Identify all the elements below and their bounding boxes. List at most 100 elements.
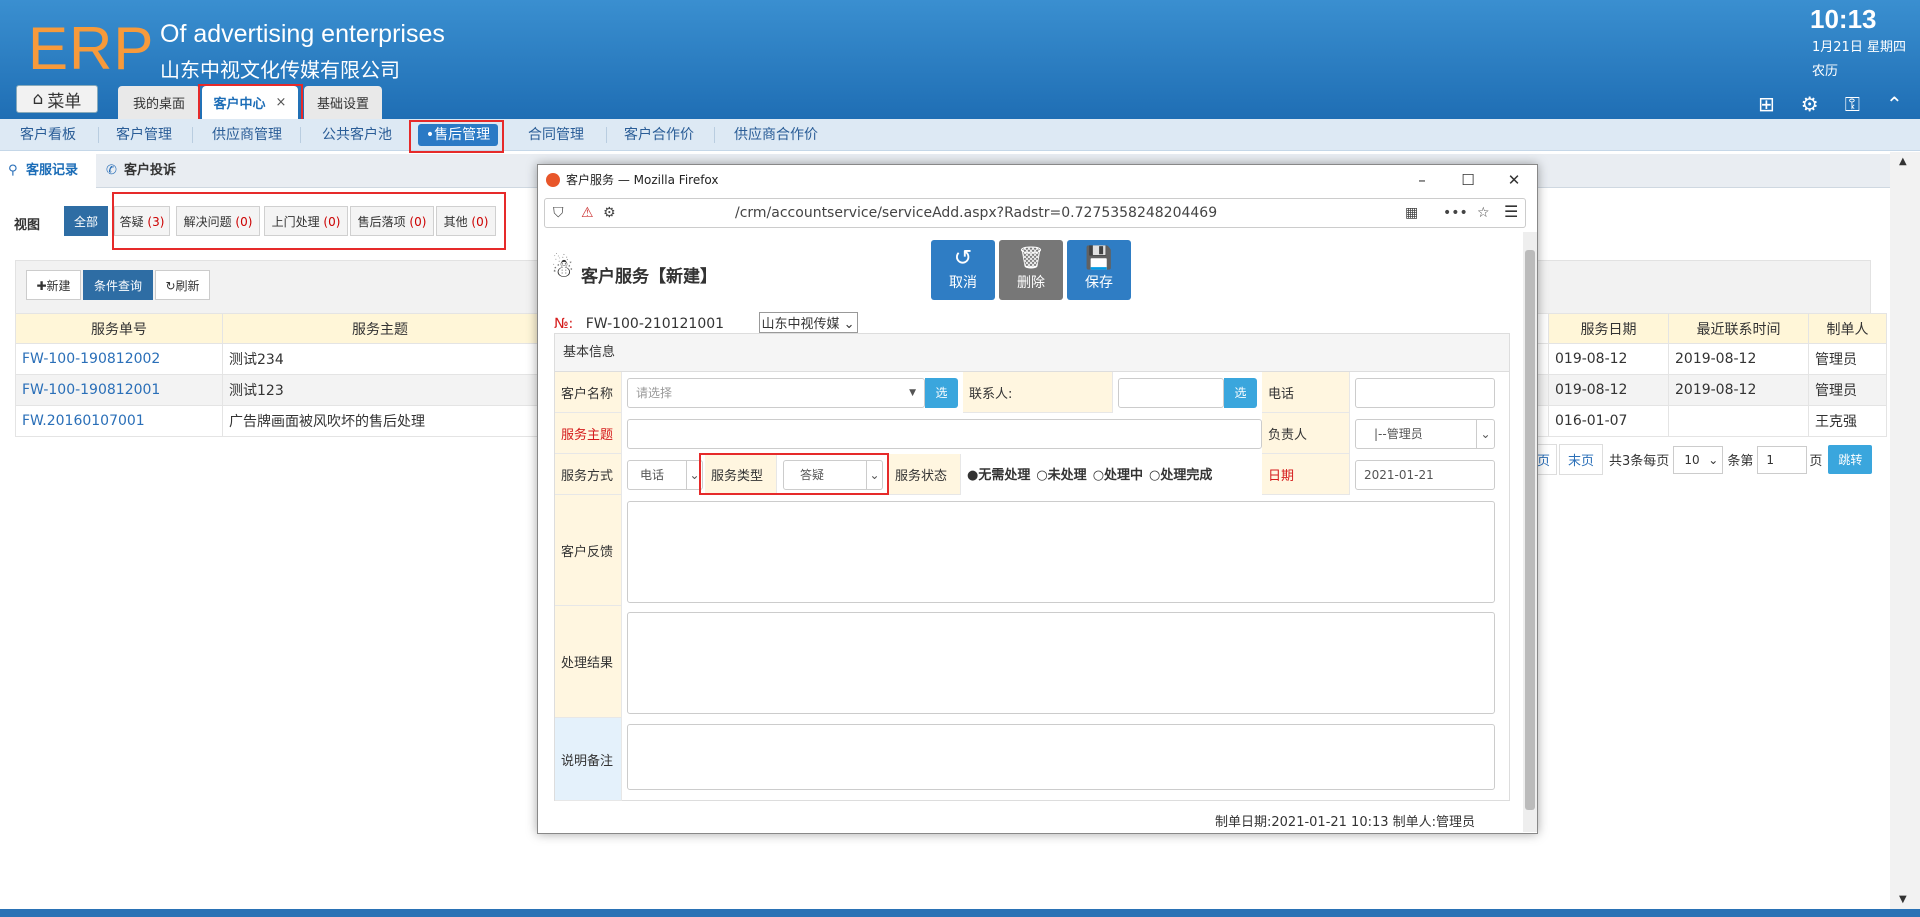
dialog-scrollbar[interactable]	[1523, 232, 1537, 832]
grid-add-icon[interactable]: ⊞	[1758, 92, 1775, 116]
header-icons: ⊞ ⚙ ⚿ ⌃	[1758, 92, 1903, 116]
remark-textarea[interactable]	[627, 724, 1495, 790]
tab-desktop[interactable]: 我的桌面	[118, 86, 200, 119]
nav-item-customer-mgmt[interactable]: 客户管理	[116, 119, 172, 151]
number-label: №:	[554, 316, 574, 332]
minimize-icon[interactable]: –	[1399, 165, 1445, 195]
more-icon[interactable]: •••	[1443, 199, 1468, 227]
nav-item-public-pool[interactable]: 公共客户池	[322, 119, 392, 151]
app-header: ERP Of advertising enterprises 山东中视文化传媒有…	[0, 0, 1920, 121]
scroll-thumb[interactable]	[1525, 250, 1535, 810]
scroll-up-icon[interactable]: ▲	[1899, 156, 1907, 167]
tab-service-records[interactable]: ⚲ 客服记录	[0, 154, 96, 188]
close-icon[interactable]: ✕	[1491, 165, 1537, 195]
nav-item-customer-price[interactable]: 客户合作价	[624, 119, 694, 151]
col-header: 服务单号	[15, 313, 223, 344]
new-button[interactable]: ✚新建	[26, 270, 81, 300]
cell-date: 019-08-12	[1548, 343, 1669, 375]
nav-item-customer-board[interactable]: 客户看板	[20, 119, 76, 151]
service-link[interactable]: FW.20160107001	[22, 413, 145, 429]
method-select[interactable]: 电话 ⌄	[627, 460, 703, 490]
user-icon: ⚲	[8, 163, 18, 178]
refresh-button[interactable]: ↻刷新	[155, 270, 210, 300]
insecure-lock-icon: ⚠	[581, 205, 594, 221]
nav-divider	[714, 127, 715, 143]
save-button[interactable]: 💾 保存	[1067, 240, 1131, 300]
cell-subject: 测试234	[222, 343, 538, 375]
pager-page-unit: 页	[1809, 454, 1823, 469]
tab-label: 基础设置	[316, 97, 369, 112]
form-title: 客户服务【新建】	[581, 267, 717, 287]
contact-input[interactable]	[1118, 378, 1224, 408]
customer-name-select[interactable]: 请选择 ▼	[627, 378, 925, 408]
owner-value: |--管理员	[1374, 427, 1423, 441]
tab-basic-settings[interactable]: 基础设置	[304, 86, 382, 119]
cell-maker: 王克强	[1808, 405, 1887, 437]
tab-label: 客户投诉	[124, 163, 177, 178]
page-size-select[interactable]: 10 ⌄	[1673, 445, 1724, 474]
module-nav: 客户看板 客户管理 供应商管理 公共客户池 •售后管理 合同管理 客户合作价 供…	[0, 119, 1920, 151]
filter-all[interactable]: 全部	[64, 206, 108, 236]
go-button[interactable]: 跳转	[1828, 445, 1873, 474]
company-select[interactable]: 山东中视传媒 ⌄	[758, 312, 858, 333]
cell-subject: 广告牌画面被风吹坏的售后处理	[222, 405, 538, 437]
nav-divider	[606, 127, 607, 143]
status-option-none[interactable]: ●无需处理	[967, 464, 1030, 483]
delete-button[interactable]: 🗑 删除	[999, 240, 1063, 300]
service-link[interactable]: FW-100-190812002	[22, 351, 160, 367]
phone-input[interactable]	[1355, 378, 1495, 408]
last-page-button[interactable]: 末页	[1559, 444, 1604, 475]
hamburger-menu-icon[interactable]: ☰	[1504, 202, 1518, 221]
qr-code-icon[interactable]: ▦	[1405, 199, 1418, 227]
gear-icon[interactable]: ⚙	[1801, 92, 1819, 116]
query-button[interactable]: 条件查询	[83, 270, 153, 300]
cancel-button[interactable]: ↺ 取消	[931, 240, 995, 300]
highlight-box	[699, 453, 889, 495]
owner-select[interactable]: |--管理员 ⌄	[1355, 419, 1495, 449]
scroll-down-icon[interactable]: ▼	[1899, 894, 1907, 905]
col-header: 服务主题	[222, 313, 538, 344]
pager-unit: 条第	[1727, 454, 1754, 469]
result-textarea[interactable]	[627, 612, 1495, 714]
date-input[interactable]: 2021-01-21	[1355, 460, 1495, 490]
menu-button[interactable]: ⌂ 菜单	[16, 85, 98, 113]
menu-label: 菜单	[47, 91, 82, 112]
nav-item-supplier-price[interactable]: 供应商合作价	[734, 119, 818, 151]
cell-last: 2019-08-12	[1668, 374, 1809, 406]
tab-label: 我的桌面	[132, 97, 185, 112]
company-name-en: Of advertising enterprises	[160, 20, 445, 48]
view-label: 视图	[14, 218, 41, 233]
key-icon[interactable]: ⚿	[1845, 92, 1860, 116]
cell-no[interactable]: FW-100-190812002	[15, 343, 223, 375]
feedback-textarea[interactable]	[627, 501, 1495, 603]
owner-label: 负责人	[1262, 413, 1350, 454]
subject-input[interactable]	[627, 419, 1262, 449]
customer-select-button[interactable]: 选	[925, 378, 958, 408]
number-row: №: FW-100-210121001 山东中视传媒 ⌄	[554, 312, 858, 333]
collapse-icon[interactable]: ⌃	[1886, 92, 1903, 116]
cancel-label: 取消	[949, 275, 977, 291]
status-option-processing[interactable]: ○处理中	[1093, 464, 1143, 483]
cell-no[interactable]: FW.20160107001	[15, 405, 223, 437]
contact-select-button[interactable]: 选	[1224, 378, 1257, 408]
subject-label: 服务主题	[555, 413, 622, 454]
cell-no[interactable]: FW-100-190812001	[15, 374, 223, 406]
status-option-pending[interactable]: ○未处理	[1036, 464, 1086, 483]
dialog-footer: 制单日期:2021-01-21 10:13 制单人:管理员	[1215, 815, 1476, 830]
cell-date: 019-08-12	[1548, 374, 1669, 406]
service-link[interactable]: FW-100-190812001	[22, 382, 160, 398]
page-number-input[interactable]: 1	[1757, 445, 1808, 474]
dropdown-caret-icon: ▼	[909, 388, 916, 398]
url-bar[interactable]: ⛉ ⚠ ⚙ /crm/accountservice/serviceAdd.asp…	[544, 198, 1526, 228]
cell-last	[1668, 405, 1809, 437]
shield-icon: ⛉	[553, 205, 564, 221]
page-scrollbar[interactable]: ▲ ▼	[1890, 152, 1920, 909]
nav-item-contract-mgmt[interactable]: 合同管理	[528, 119, 584, 151]
maximize-icon[interactable]: ☐	[1445, 165, 1491, 195]
highlight-box	[198, 84, 303, 121]
phone-icon: ✆	[106, 163, 117, 178]
status-option-done[interactable]: ○处理完成	[1149, 464, 1212, 483]
tab-complaints[interactable]: ✆ 客户投诉	[98, 154, 198, 188]
nav-item-supplier-mgmt[interactable]: 供应商管理	[212, 119, 282, 151]
star-icon[interactable]: ☆	[1477, 199, 1490, 227]
